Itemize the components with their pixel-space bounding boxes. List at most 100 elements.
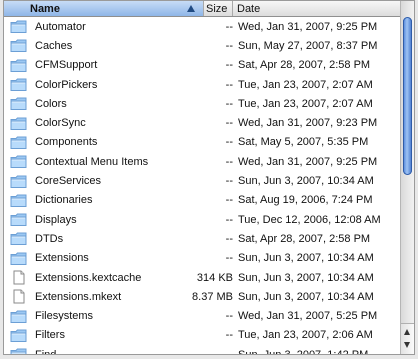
folder-icon	[10, 251, 27, 266]
folder-icon	[10, 328, 27, 343]
file-list-row[interactable]: Displays -- Tue, Dec 12, 2006, 12:08 AM	[4, 210, 402, 229]
folder-icon	[10, 347, 27, 354]
file-list-row[interactable]: CFMSupport -- Sat, Apr 28, 2007, 2:58 PM	[4, 56, 402, 75]
file-name-cell[interactable]: Extensions	[4, 251, 206, 266]
folder-icon	[10, 154, 27, 169]
vertical-scrollbar[interactable]	[400, 1, 414, 354]
file-date: Sat, May 5, 2007, 5:35 PM	[238, 136, 369, 149]
folder-icon	[10, 135, 27, 150]
file-list-row[interactable]: Extensions -- Sun, Jun 3, 2007, 10:34 AM	[4, 249, 402, 268]
file-name-cell[interactable]: Filters	[4, 328, 206, 343]
file-size: --	[225, 175, 233, 188]
file-name: ColorSync	[35, 117, 86, 130]
file-size: 8.37 MB	[192, 290, 233, 303]
file-name: Extensions.mkext	[35, 290, 122, 303]
file-size: --	[225, 117, 233, 130]
file-list-row[interactable]: Caches -- Sun, May 27, 2007, 8:37 PM	[4, 36, 402, 55]
file-list-row[interactable]: Extensions.kextcache 314 KB Sun, Jun 3, 20…	[4, 268, 402, 287]
folder-icon	[10, 309, 27, 324]
column-header-name[interactable]: Name	[4, 1, 204, 16]
file-name: Dictionaries	[35, 194, 93, 207]
file-size: --	[225, 310, 233, 323]
file-list-row[interactable]: Automator -- Wed, Jan 31, 2007, 9:25 PM	[4, 17, 402, 36]
column-header-name-label: Name	[30, 3, 60, 15]
file-name: Displays	[35, 213, 77, 226]
file-name-cell[interactable]: DTDs	[4, 231, 206, 246]
file-size: --	[225, 232, 233, 245]
file-name-cell[interactable]: Dictionaries	[4, 193, 206, 208]
file-name-cell[interactable]: Automator	[4, 19, 206, 34]
file-name-cell[interactable]: Find	[4, 347, 206, 354]
file-list-row[interactable]: Extensions.mkext 8.37 MB Sun, Jun 3, 2007,…	[4, 287, 402, 306]
file-size: 314 KB	[196, 271, 233, 284]
file-size: --	[225, 252, 233, 265]
file-size: --	[225, 155, 233, 168]
column-header-size-label: Size	[206, 3, 228, 15]
file-list-row[interactable]: DTDs -- Sat, Apr 28, 2007, 2:58 PM	[4, 229, 402, 248]
file-name-cell[interactable]: ColorPickers	[4, 77, 206, 92]
file-name-cell[interactable]: Displays	[4, 212, 206, 227]
file-list-row[interactable]: Components -- Sat, May 5, 2007, 5:35 PM	[4, 133, 402, 152]
file-name: Caches	[35, 39, 73, 52]
file-name: Contextual Menu Items	[35, 155, 149, 168]
folder-icon	[10, 212, 27, 227]
file-date: Sun, May 27, 2007, 8:37 PM	[238, 39, 378, 52]
file-date: Sat, Apr 28, 2007, 2:58 PM	[238, 232, 371, 245]
file-list-row[interactable]: Filters -- Tue, Jan 23, 2007, 2:06 AM	[4, 326, 402, 345]
file-date: Sat, Aug 19, 2006, 7:24 PM	[238, 194, 373, 207]
file-size: --	[225, 97, 233, 110]
file-date: Sun, Jun 3, 2007, 10:34 AM	[238, 290, 374, 303]
file-date: Wed, Jan 31, 2007, 5:25 PM	[238, 310, 378, 323]
file-date: Sun, Jun 3, 2007, 10:34 AM	[238, 271, 374, 284]
column-header-date[interactable]: Date	[233, 1, 402, 16]
folder-icon	[10, 19, 27, 34]
folder-icon	[10, 193, 27, 208]
list-header: Name Size Date	[4, 1, 402, 17]
file-name-cell[interactable]: Colors	[4, 96, 206, 111]
scroll-down-icon[interactable]	[404, 342, 410, 348]
file-name-cell[interactable]: Caches	[4, 38, 206, 53]
scroll-arrows[interactable]	[401, 323, 414, 354]
file-list-row[interactable]: Filesystems -- Wed, Jan 31, 2007, 5:25 PM	[4, 306, 402, 325]
file-list-row[interactable]: Find --Sun, Jun 3, 2007, 1:42 PM	[4, 345, 402, 354]
scroll-up-icon[interactable]	[404, 329, 410, 335]
file-list-row[interactable]: CoreServices -- Sun, Jun 3, 2007, 10:34 AM	[4, 171, 402, 190]
file-size: --	[225, 213, 233, 226]
file-name-cell[interactable]: CoreServices	[4, 174, 206, 189]
file-name-cell[interactable]: Filesystems	[4, 309, 206, 324]
file-name: Components	[35, 136, 98, 149]
file-size: --	[225, 136, 233, 149]
file-date: Sun, Jun 3, 2007, 1:42 PM	[233, 349, 402, 354]
file-size: --	[225, 78, 233, 91]
file-date: Tue, Jan 23, 2007, 2:07 AM	[238, 78, 373, 91]
file-name-cell[interactable]: CFMSupport	[4, 58, 206, 73]
folder-icon	[10, 38, 27, 53]
file-size: --	[206, 349, 233, 354]
file-size: --	[225, 20, 233, 33]
file-list-row[interactable]: Colors -- Tue, Jan 23, 2007, 2:07 AM	[4, 94, 402, 113]
file-list-row[interactable]: ColorPickers -- Tue, Jan 23, 2007, 2:07 AM	[4, 75, 402, 94]
file-name: Find	[35, 349, 56, 354]
file-list-row[interactable]: ColorSync -- Wed, Jan 31, 2007, 9:23 PM	[4, 113, 402, 132]
file-date: Sun, Jun 3, 2007, 10:34 AM	[238, 175, 374, 188]
file-list-row[interactable]: Dictionaries -- Sat, Aug 19, 2006, 7:24 PM	[4, 191, 402, 210]
file-name: Extensions.kextcache	[35, 271, 142, 284]
file-size: --	[225, 39, 233, 52]
column-header-date-label: Date	[237, 3, 261, 15]
file-name-cell[interactable]: Components	[4, 135, 206, 150]
file-name-cell[interactable]: ColorSync	[4, 116, 206, 131]
file-date: Wed, Jan 31, 2007, 9:23 PM	[238, 117, 378, 130]
file-size: --	[225, 194, 233, 207]
finder-list-window: Name Size Date Automator -- Wed, Jan 31, 2…	[3, 0, 415, 355]
folder-icon	[10, 231, 27, 246]
file-name: Colors	[35, 97, 67, 110]
file-date: Wed, Jan 31, 2007, 9:25 PM	[238, 20, 378, 33]
file-date: Tue, Jan 23, 2007, 2:07 AM	[238, 97, 373, 110]
file-list-row[interactable]: Contextual Menu Items -- Wed, Jan 31, 2007…	[4, 152, 402, 171]
file-name: Filesystems	[35, 310, 94, 323]
column-header-size[interactable]: Size	[204, 1, 233, 16]
file-name: CFMSupport	[35, 59, 98, 72]
file-size: --	[225, 329, 233, 342]
scrollbar-thumb[interactable]	[403, 17, 412, 175]
file-name-cell[interactable]: Contextual Menu Items	[4, 154, 206, 169]
